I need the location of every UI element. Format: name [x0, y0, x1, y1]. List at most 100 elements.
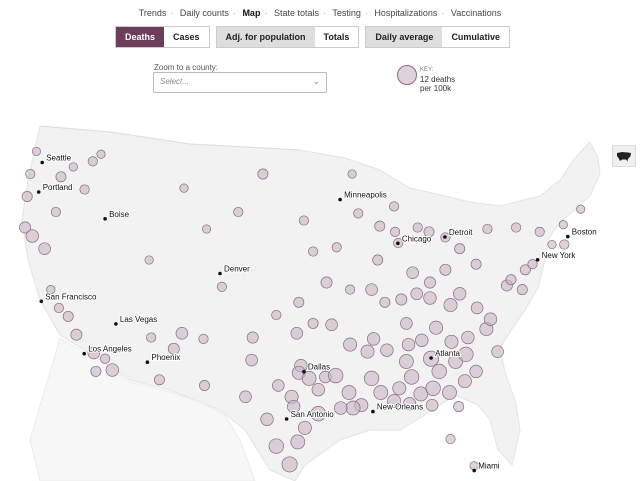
county-bubble[interactable]: [406, 266, 419, 279]
county-bubble[interactable]: [25, 229, 39, 243]
county-bubble[interactable]: [516, 284, 528, 296]
county-bubble[interactable]: [412, 222, 423, 233]
county-bubble[interactable]: [576, 204, 586, 214]
county-bubble[interactable]: [363, 370, 380, 387]
county-bubble[interactable]: [390, 226, 401, 237]
nav-daily-counts[interactable]: Daily counts: [180, 8, 229, 18]
county-bubble[interactable]: [153, 374, 165, 386]
county-bubble[interactable]: [281, 456, 298, 473]
county-bubble[interactable]: [298, 215, 309, 226]
county-bubble[interactable]: [527, 259, 538, 270]
county-bubble[interactable]: [439, 263, 452, 276]
county-bubble[interactable]: [198, 333, 209, 344]
county-bubble[interactable]: [100, 353, 111, 364]
totals-button[interactable]: Totals: [315, 27, 359, 47]
county-bubble[interactable]: [328, 367, 344, 384]
county-bubble[interactable]: [341, 385, 357, 400]
county-bubble[interactable]: [534, 226, 545, 237]
county-bubble[interactable]: [293, 296, 305, 308]
county-bubble[interactable]: [345, 400, 361, 416]
county-bubble[interactable]: [50, 206, 61, 218]
deaths-button[interactable]: Deaths: [116, 27, 165, 47]
county-bubble[interactable]: [87, 156, 98, 167]
county-bubble[interactable]: [268, 438, 284, 454]
daily-average-button[interactable]: Daily average: [366, 27, 443, 47]
county-bubble[interactable]: [559, 239, 570, 250]
county-bubble[interactable]: [392, 381, 407, 396]
county-bubble[interactable]: [403, 369, 420, 385]
county-bubble[interactable]: [260, 412, 274, 426]
county-bubble[interactable]: [297, 420, 312, 435]
county-bubble[interactable]: [366, 332, 381, 346]
county-bubble[interactable]: [469, 364, 483, 379]
county-bubble[interactable]: [482, 223, 493, 235]
county-bubble[interactable]: [457, 374, 472, 389]
county-bubble[interactable]: [38, 242, 51, 255]
county-bubble[interactable]: [55, 171, 67, 183]
county-bubble[interactable]: [415, 333, 429, 347]
county-bubble[interactable]: [425, 398, 439, 412]
county-bubble[interactable]: [395, 293, 408, 306]
county-bubble[interactable]: [442, 385, 457, 400]
county-bubble[interactable]: [353, 208, 364, 219]
county-bubble[interactable]: [400, 317, 413, 330]
county-bubble[interactable]: [334, 401, 348, 415]
county-bubble[interactable]: [144, 255, 154, 265]
county-bubble[interactable]: [445, 434, 456, 445]
county-bubble[interactable]: [470, 258, 482, 270]
county-bubble[interactable]: [443, 298, 458, 313]
county-bubble[interactable]: [233, 206, 244, 218]
county-bubble[interactable]: [410, 287, 423, 301]
county-bubble-map[interactable]: Seattle Portland Boise San Francisco Las Veg…: [0, 110, 640, 481]
county-bubble[interactable]: [216, 281, 227, 292]
nav-testing[interactable]: Testing: [332, 8, 361, 18]
county-bubble[interactable]: [31, 146, 41, 156]
county-bubble[interactable]: [343, 337, 358, 352]
county-bubble[interactable]: [146, 332, 157, 343]
county-bubble[interactable]: [401, 337, 416, 352]
county-bubble[interactable]: [380, 343, 394, 357]
county-bubble[interactable]: [429, 320, 444, 335]
county-bubble[interactable]: [307, 317, 319, 329]
county-bubble[interactable]: [301, 371, 317, 386]
county-bubble[interactable]: [365, 283, 378, 296]
county-bubble[interactable]: [90, 365, 102, 377]
county-bubble[interactable]: [272, 379, 285, 392]
county-bubble[interactable]: [423, 291, 437, 305]
county-bubble[interactable]: [239, 390, 252, 404]
county-bubble[interactable]: [21, 191, 33, 202]
county-bubble[interactable]: [454, 243, 466, 255]
county-bubble[interactable]: [491, 345, 504, 358]
adj-population-button[interactable]: Adj. for population: [216, 27, 315, 47]
county-bubble[interactable]: [257, 168, 269, 180]
county-bubble[interactable]: [461, 330, 475, 345]
county-bubble[interactable]: [325, 318, 338, 332]
county-bubble[interactable]: [453, 287, 467, 301]
county-bubble[interactable]: [424, 276, 436, 289]
county-bubble[interactable]: [25, 168, 36, 180]
county-bubble[interactable]: [389, 201, 400, 212]
county-bubble[interactable]: [469, 461, 479, 471]
county-bubble[interactable]: [372, 254, 384, 266]
county-bubble[interactable]: [547, 239, 557, 250]
county-bubble[interactable]: [360, 344, 375, 359]
county-bubble[interactable]: [399, 354, 414, 369]
county-bubble[interactable]: [290, 327, 304, 340]
county-bubble[interactable]: [444, 334, 459, 349]
cumulative-button[interactable]: Cumulative: [442, 27, 509, 47]
county-bubble[interactable]: [458, 346, 474, 363]
county-bubble[interactable]: [308, 246, 319, 257]
county-bubble[interactable]: [179, 183, 189, 193]
county-bubble[interactable]: [70, 328, 83, 341]
county-bubble[interactable]: [331, 242, 342, 253]
nav-vaccinations[interactable]: Vaccinations: [451, 8, 501, 18]
county-bubble[interactable]: [558, 220, 568, 230]
county-bubble[interactable]: [347, 169, 357, 179]
county-bubble[interactable]: [271, 309, 282, 321]
county-bubble[interactable]: [425, 380, 441, 396]
county-bubble[interactable]: [311, 383, 325, 397]
county-bubble[interactable]: [53, 302, 64, 313]
nav-hospitalizations[interactable]: Hospitalizations: [374, 8, 437, 18]
county-bubble[interactable]: [68, 162, 78, 172]
county-bubble[interactable]: [374, 220, 386, 232]
